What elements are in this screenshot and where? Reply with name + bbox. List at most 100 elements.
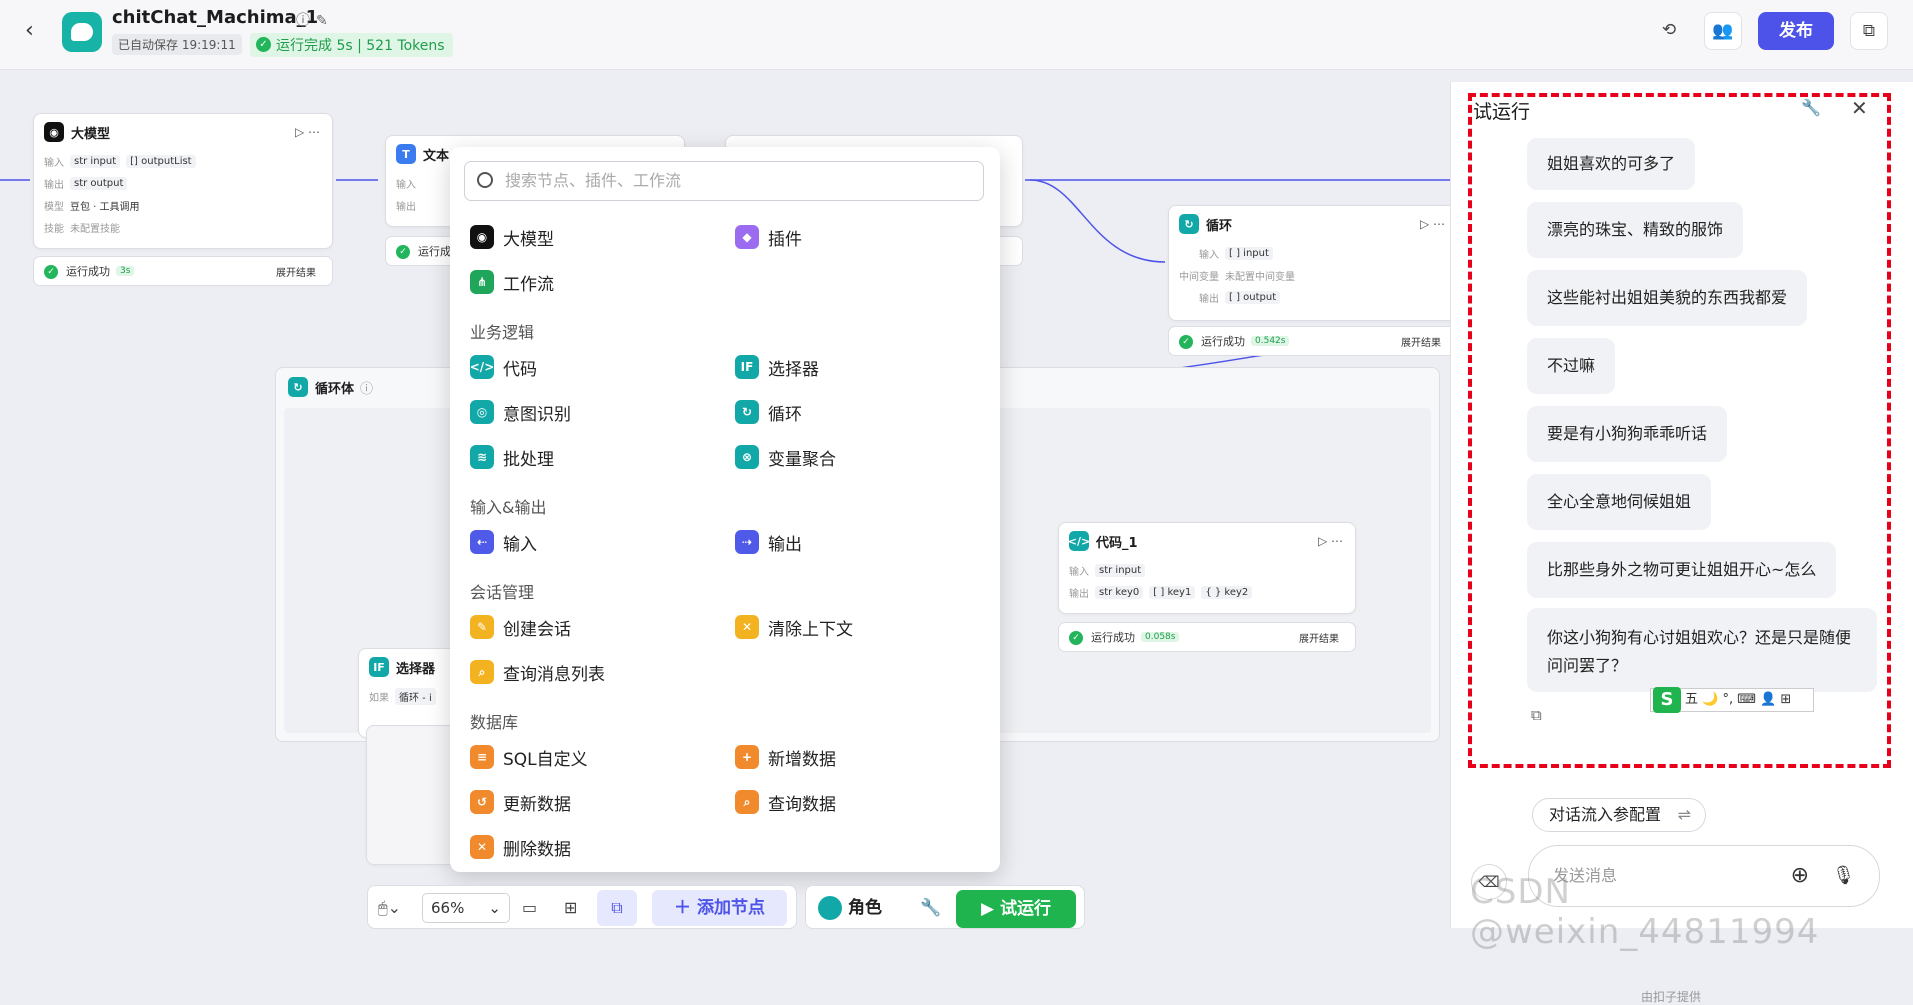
menu-item-label: 大模型	[503, 229, 554, 250]
menu-item-selector[interactable]: IF 选择器	[735, 352, 819, 382]
expand-result-link[interactable]: 展开结果	[276, 264, 316, 279]
add-node-button[interactable]: ＋ 添加节点	[652, 890, 787, 926]
menu-item-delete[interactable]: ✕ 删除数据	[470, 832, 571, 862]
row-label: 如果	[369, 692, 389, 704]
var-tag: [ ] input	[1225, 246, 1273, 260]
check-icon: ✓	[1069, 631, 1083, 645]
close-icon[interactable]: ✕	[1851, 96, 1868, 120]
mid-value: 未配置中间变量	[1225, 271, 1295, 283]
settings-icon: ⇌	[1677, 805, 1692, 824]
var-tag: [ ] output	[1225, 290, 1281, 304]
back-icon[interactable]: ‹	[25, 20, 49, 44]
layout-icon[interactable]: ⊞	[564, 898, 577, 917]
menu-item-insert[interactable]: + 新增数据	[735, 742, 836, 772]
layers-icon: ≋	[470, 445, 494, 469]
run-status-text: 运行完成 5s | 521 Tokens	[276, 38, 445, 54]
database-delete-icon: ✕	[470, 835, 494, 859]
menu-item-aggregate[interactable]: ⊗ 变量聚合	[735, 442, 836, 472]
skill-value: 未配置技能	[70, 223, 120, 235]
search-placeholder: 搜索节点、插件、工作流	[505, 171, 682, 190]
info-icon[interactable]: ⓘ	[360, 378, 373, 397]
llm-node[interactable]: ◉ 大模型 ▷ ⋯ 输入 str input [] outputList 输出 str …	[33, 113, 333, 249]
menu-item-loop[interactable]: ↻ 循环	[735, 397, 802, 427]
var-tag: [] outputList	[126, 154, 196, 168]
menu-item-batch[interactable]: ≋ 批处理	[470, 442, 554, 472]
menu-item-output[interactable]: ⇢ 输出	[735, 527, 802, 557]
chat-icon: ✎	[470, 615, 494, 639]
chat-search-icon: ⌕	[470, 660, 494, 684]
row-label: 输入	[396, 179, 416, 191]
mouse-icon[interactable]: 🖱⌄	[378, 898, 401, 918]
llm-run-status[interactable]: ✓ 运行成功 3s 展开结果	[33, 256, 333, 286]
section-io: 输入&输出	[470, 498, 547, 517]
wrench-icon[interactable]: 🔧	[1801, 98, 1821, 117]
zoom-value: 66%	[431, 899, 465, 917]
edit-icon[interactable]: ✎	[316, 13, 334, 29]
menu-item-label: 查询数据	[768, 794, 836, 815]
config-button[interactable]: 对话流入参配置 ⇌	[1532, 798, 1707, 832]
menu-item-label: 输出	[768, 534, 802, 555]
menu-item-label: 创建会话	[503, 619, 571, 640]
menu-item-clear-context[interactable]: ✕ 清除上下文	[735, 612, 853, 642]
node-title: 循环体	[315, 381, 355, 397]
role-button[interactable]: 角色	[818, 890, 882, 926]
minimap-icon[interactable]: ⧉	[597, 890, 637, 926]
menu-item-llm[interactable]: ◉ 大模型	[470, 222, 554, 252]
loop-node[interactable]: ↻ 循环 ▷ ⋯ 输入 [ ] input 中间变量 未配置中间变量 输出 [ ] ou…	[1168, 205, 1458, 321]
node-menu-icon[interactable]: ▷ ⋯	[1318, 534, 1343, 548]
copy-icon[interactable]: ⧉	[1531, 706, 1542, 724]
bulb-icon: ◎	[470, 400, 494, 424]
expand-result-link[interactable]: 展开结果	[1299, 630, 1339, 645]
var-tag: str input	[1095, 563, 1146, 577]
var-tag: { } key2	[1201, 585, 1253, 599]
section-session: 会话管理	[470, 583, 535, 602]
time-badge: 0.058s	[1141, 632, 1180, 642]
node-menu-icon[interactable]: ▷ ⋯	[1420, 217, 1445, 231]
run-status-badge: ✓ 运行完成 5s | 521 Tokens	[250, 33, 453, 57]
check-icon: ✓	[1179, 335, 1193, 349]
menu-item-intent[interactable]: ◎ 意图识别	[470, 397, 571, 427]
check-icon: ✓	[396, 245, 410, 259]
search-icon	[477, 172, 493, 188]
code1-run-status[interactable]: ✓ 运行成功 0.058s 展开结果	[1058, 622, 1356, 652]
menu-item-sql[interactable]: ≡ SQL自定义	[470, 742, 588, 772]
merge-icon: ⊗	[735, 445, 759, 469]
llm-icon: ◉	[44, 122, 64, 142]
menu-item-code[interactable]: </> 代码	[470, 352, 537, 382]
menu-item-query[interactable]: ⌕ 查询数据	[735, 787, 836, 817]
history-icon[interactable]: ⟲	[1650, 12, 1688, 50]
node-menu-icon[interactable]: ▷ ⋯	[295, 125, 320, 139]
workflow-title: chitChat_Machima_1	[112, 7, 319, 28]
node-search-input[interactable]: 搜索节点、插件、工作流	[464, 161, 984, 201]
code1-node[interactable]: </> 代码_1 ▷ ⋯ 输入 str input 输出 str key0 [ ] ke…	[1058, 522, 1356, 614]
chat-message: 这些能衬出姐姐美貌的东西我都爱	[1527, 270, 1808, 326]
collaborator-icon[interactable]: 👥	[1704, 12, 1742, 50]
chat-message: 你这小狗狗有心讨姐姐欢心？还是只是随便问问罢了？	[1527, 608, 1877, 692]
wrench-icon[interactable]: 🔧	[920, 898, 941, 918]
copy-icon[interactable]: ⧉	[1850, 12, 1888, 50]
condition-tag: 循环 - i	[395, 687, 436, 705]
expand-result-link[interactable]: 展开结果	[1401, 334, 1441, 349]
wire	[1029, 179, 1166, 263]
info-icon[interactable]: ⓘ	[296, 13, 316, 29]
menu-item-update[interactable]: ↺ 更新数据	[470, 787, 571, 817]
zoom-select[interactable]: 66% ⌄	[422, 893, 510, 923]
loop-run-status[interactable]: ✓ 运行成功 0.542s 展开结果	[1168, 326, 1458, 356]
menu-item-label: 查询消息列表	[503, 664, 605, 685]
avatar	[818, 896, 842, 920]
publish-button[interactable]: 发布	[1758, 12, 1834, 50]
menu-item-label: 批处理	[503, 449, 554, 470]
menu-item-plugin[interactable]: ◆ 插件	[735, 222, 802, 252]
comment-icon[interactable]: ▭	[522, 898, 537, 917]
chat-message: 要是有小狗狗乖乖听话	[1527, 406, 1728, 462]
trial-run-label: 试运行	[1000, 899, 1051, 919]
trial-run-button[interactable]: ▶ 试运行	[956, 890, 1076, 928]
menu-item-label: 变量聚合	[768, 449, 836, 470]
menu-item-query-messages[interactable]: ⌕ 查询消息列表	[470, 657, 605, 687]
menu-item-workflow[interactable]: ⋔ 工作流	[470, 267, 554, 297]
menu-item-create-session[interactable]: ✎ 创建会话	[470, 612, 571, 642]
chat-message: 全心全意地伺候姐姐	[1527, 474, 1712, 530]
menu-item-input[interactable]: ⇠ 输入	[470, 527, 537, 557]
section-business-logic: 业务逻辑	[470, 323, 535, 342]
status-text: 运行成功	[1091, 631, 1135, 644]
